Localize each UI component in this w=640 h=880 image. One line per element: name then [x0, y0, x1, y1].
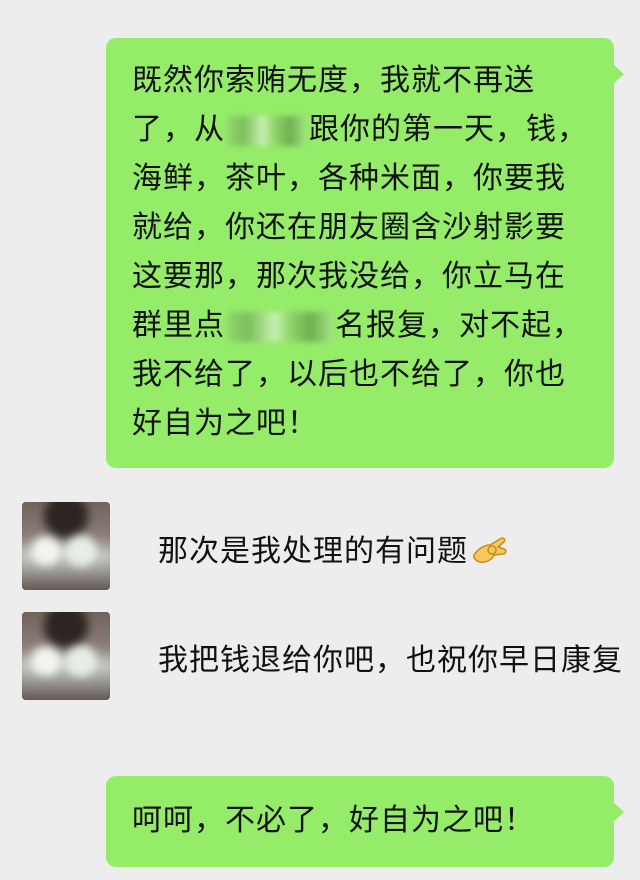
- incoming-message[interactable]: 那次是我处理的有问题: [158, 528, 510, 576]
- bubble-tail: [613, 802, 624, 822]
- message-text: 我把钱退给你吧，也祝你早日康复: [158, 643, 623, 678]
- ok-hand-icon: [473, 537, 507, 563]
- message-text: 那次是我处理的有问题: [158, 534, 468, 569]
- avatar[interactable]: [22, 502, 110, 590]
- bubble-tail: [613, 64, 624, 84]
- outgoing-message-bubble[interactable]: 既然你索贿无度，我就不再送了，从 跟你的第一天，钱，海鲜，茶叶，各种米面，你要我就…: [106, 38, 624, 468]
- avatar[interactable]: [22, 612, 110, 700]
- redacted-text: [228, 311, 332, 342]
- incoming-message[interactable]: 我把钱退给你吧，也祝你早日康复: [158, 637, 628, 685]
- outgoing-message-bubble[interactable]: 呵呵，不必了，好自为之吧！: [106, 776, 624, 867]
- chat-window: 既然你索贿无度，我就不再送了，从 跟你的第一天，钱，海鲜，茶叶，各种米面，你要我就…: [0, 0, 640, 880]
- message-text: 呵呵，不必了，好自为之吧！: [132, 803, 535, 838]
- redacted-text: [228, 115, 306, 146]
